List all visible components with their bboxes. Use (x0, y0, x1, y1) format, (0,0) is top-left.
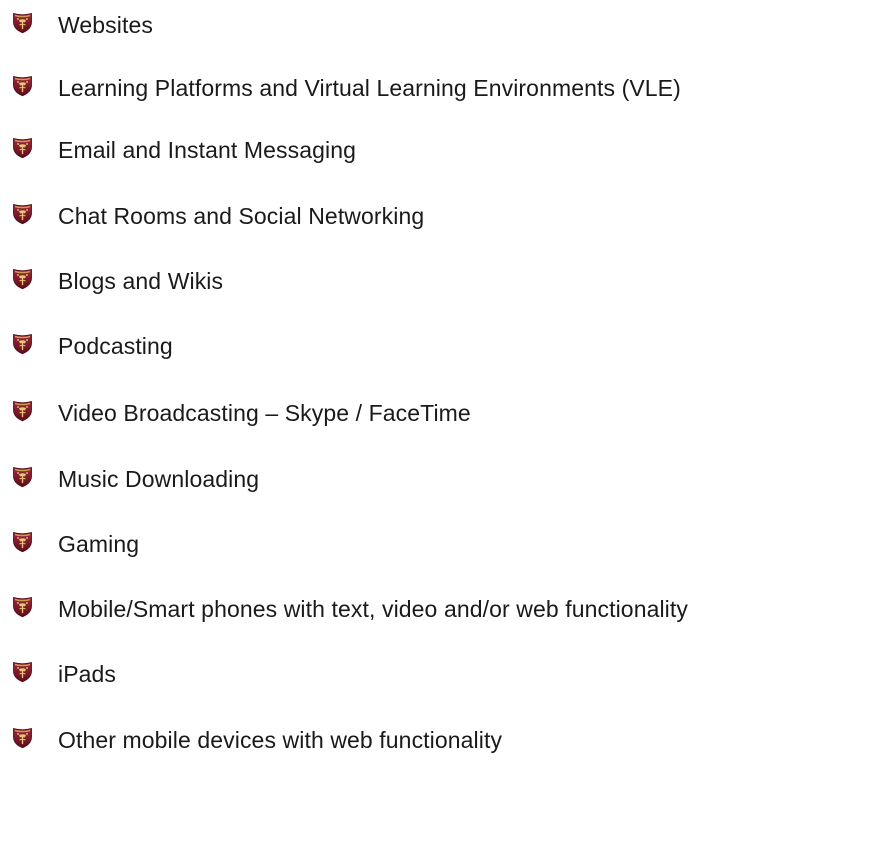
shield-crest-icon (12, 466, 33, 488)
shield-crest-icon (12, 727, 33, 749)
shield-crest-icon (12, 12, 33, 34)
shield-crest-icon (12, 75, 33, 97)
list-item-label: iPads (58, 661, 117, 687)
list-item-label: Other mobile devices with web functional… (58, 727, 503, 753)
shield-crest-icon (12, 661, 33, 683)
shield-crest-icon (12, 333, 33, 355)
list-item-label: Blogs and Wikis (58, 268, 224, 294)
shield-crest-icon (12, 596, 33, 618)
list-item-label: Websites (58, 12, 153, 38)
shield-crest-icon (12, 137, 33, 159)
list-item-label: Gaming (58, 531, 140, 557)
shield-crest-icon (12, 531, 33, 553)
list-item-label: Podcasting (58, 333, 173, 359)
list-item-label: Email and Instant Messaging (58, 137, 357, 163)
list-item-label: Video Broadcasting – Skype / FaceTime (58, 400, 471, 426)
list-item-label: Music Downloading (58, 466, 260, 492)
list-item-label: Learning Platforms and Virtual Learning … (58, 75, 681, 101)
shield-crest-icon (12, 268, 33, 290)
list-item-label: Chat Rooms and Social Networking (58, 203, 425, 229)
technology-list: Websites Learning Platforms and Virtual … (0, 0, 887, 862)
list-item-label: Mobile/Smart phones with text, video and… (58, 596, 688, 622)
shield-crest-icon (12, 400, 33, 422)
shield-crest-icon (12, 203, 33, 225)
